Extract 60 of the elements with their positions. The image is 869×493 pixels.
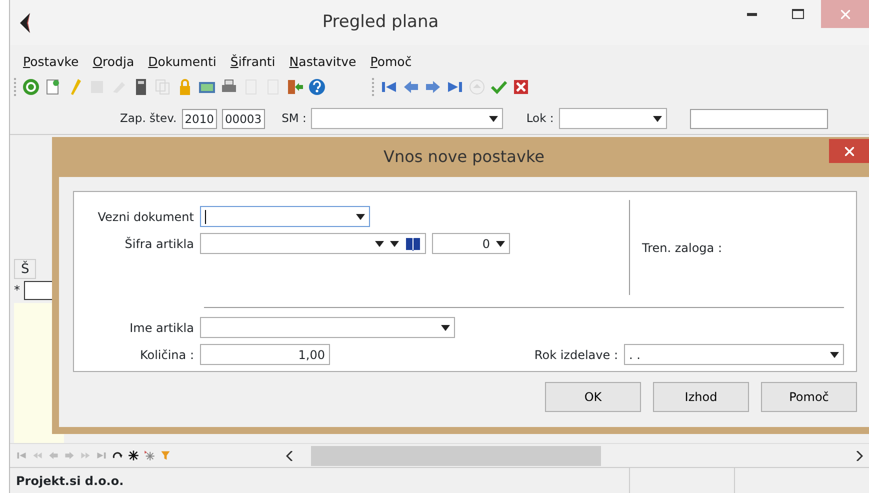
- field-label: Šifra artikla: [124, 236, 194, 252]
- dropdown-caret-icon[interactable]: [652, 116, 662, 122]
- new-row-marker: *: [14, 282, 20, 299]
- exit-door-icon[interactable]: [286, 78, 304, 96]
- help-icon[interactable]: [308, 78, 326, 96]
- dropdown-caret-icon[interactable]: [489, 116, 498, 122]
- field-label: Količina :: [138, 346, 194, 364]
- combo-field[interactable]: [200, 206, 370, 227]
- asterisk-icon[interactable]: [128, 450, 139, 461]
- year-field[interactable]: 2010: [182, 108, 217, 129]
- menu-item[interactable]: Šifranti: [223, 53, 282, 72]
- redo-arrow-icon[interactable]: [112, 450, 123, 461]
- text-field[interactable]: [690, 108, 828, 129]
- minimize-icon[interactable]: [747, 12, 757, 16]
- deadline-label: Rok izdelave :: [534, 346, 618, 364]
- scroll-right-icon[interactable]: [856, 450, 863, 460]
- window-title: Pregled plana: [321, 10, 440, 34]
- dialog-button[interactable]: OK: [545, 382, 641, 412]
- number-field[interactable]: 00003: [222, 108, 265, 129]
- dropdown-caret-icon[interactable]: [441, 324, 450, 330]
- new-document-icon[interactable]: [44, 78, 62, 96]
- asterisk-add-icon[interactable]: [144, 450, 155, 461]
- dropdown-caret-icon[interactable]: [356, 214, 365, 220]
- variant-combo[interactable]: 0: [432, 233, 510, 254]
- dialog-button[interactable]: Pomoč: [761, 382, 857, 412]
- book-icon[interactable]: [405, 236, 421, 250]
- menu-item[interactable]: Dokumenti: [141, 53, 224, 72]
- close-icon[interactable]: [844, 146, 854, 156]
- field-value: 0: [482, 236, 490, 252]
- location-label: Lok :: [526, 110, 554, 128]
- menu-item[interactable]: Orodja: [86, 53, 142, 72]
- app-logo-icon: [18, 12, 32, 32]
- menu-item[interactable]: Postavke: [16, 53, 86, 72]
- status-text: Projekt.si d.o.o.: [10, 468, 630, 493]
- lookup-field[interactable]: [200, 233, 426, 254]
- cancel-icon[interactable]: [512, 78, 530, 96]
- column-header[interactable]: Š: [14, 258, 36, 279]
- dropdown-caret-icon[interactable]: [496, 240, 505, 246]
- scroll-left-icon[interactable]: [286, 450, 293, 460]
- field-label: Vezni dokument: [96, 208, 194, 226]
- menu-item[interactable]: Nastavitve: [282, 53, 364, 72]
- dialog-title: Vnos nove postavke: [382, 146, 546, 168]
- maximize-icon[interactable]: [792, 9, 804, 19]
- combo-field[interactable]: [200, 317, 455, 338]
- quantity-field[interactable]: 1,00: [200, 344, 330, 365]
- close-icon[interactable]: [840, 10, 850, 18]
- refresh-icon[interactable]: [22, 78, 40, 96]
- filter-icon[interactable]: [160, 450, 171, 461]
- deadline-combo[interactable]: . .: [624, 344, 844, 365]
- sm-label: SM :: [282, 110, 306, 128]
- dialog-button[interactable]: Izhod: [653, 382, 749, 412]
- text-cursor: [205, 210, 206, 224]
- number-label: Zap. štev.: [120, 110, 177, 128]
- menu-item[interactable]: Pomoč: [363, 53, 419, 72]
- field-label: Ime artikla: [128, 320, 194, 336]
- stock-label: Tren. zaloga :: [642, 240, 722, 256]
- dialog-close-button[interactable]: [829, 139, 869, 163]
- scroll-thumb[interactable]: [311, 446, 601, 466]
- dropdown-caret-icon[interactable]: [830, 352, 839, 358]
- field-value: . .: [629, 346, 640, 364]
